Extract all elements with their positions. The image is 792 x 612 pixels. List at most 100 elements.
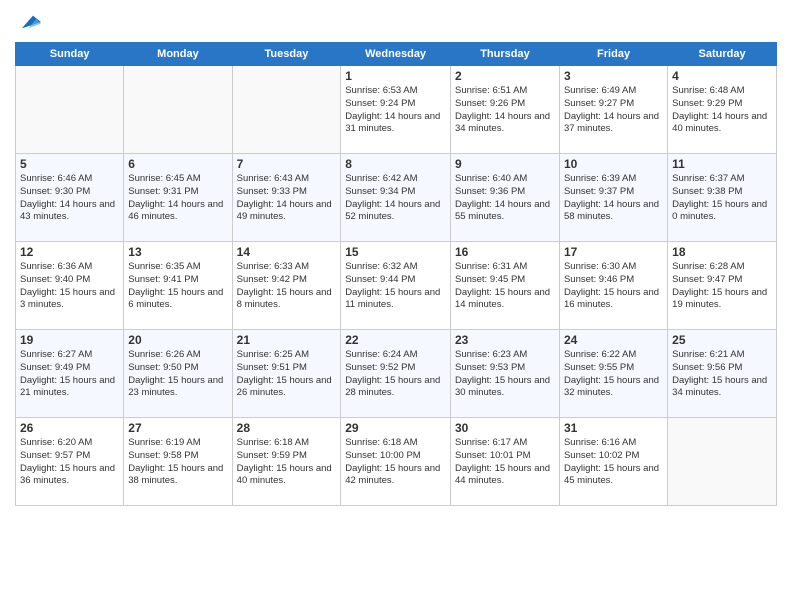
day-number: 17 bbox=[564, 245, 663, 259]
calendar-cell: 21 Sunrise: 6:25 AMSunset: 9:51 PMDaylig… bbox=[232, 330, 341, 418]
logo bbox=[15, 10, 41, 34]
calendar-cell: 9 Sunrise: 6:40 AMSunset: 9:36 PMDayligh… bbox=[450, 154, 559, 242]
day-header-thursday: Thursday bbox=[450, 43, 559, 66]
calendar-body: 1 Sunrise: 6:53 AMSunset: 9:24 PMDayligh… bbox=[16, 66, 777, 506]
day-info: Sunrise: 6:26 AMSunset: 9:50 PMDaylight:… bbox=[128, 349, 227, 400]
day-info: Sunrise: 6:51 AMSunset: 9:26 PMDaylight:… bbox=[455, 85, 555, 136]
page: SundayMondayTuesdayWednesdayThursdayFrid… bbox=[0, 0, 792, 612]
day-number: 24 bbox=[564, 333, 663, 347]
day-info: Sunrise: 6:16 AMSunset: 10:02 PMDaylight… bbox=[564, 437, 663, 488]
calendar-cell: 12 Sunrise: 6:36 AMSunset: 9:40 PMDaylig… bbox=[16, 242, 124, 330]
day-info: Sunrise: 6:22 AMSunset: 9:55 PMDaylight:… bbox=[564, 349, 663, 400]
day-number: 31 bbox=[564, 421, 663, 435]
calendar-cell bbox=[668, 418, 777, 506]
calendar-cell bbox=[16, 66, 124, 154]
calendar-cell: 26 Sunrise: 6:20 AMSunset: 9:57 PMDaylig… bbox=[16, 418, 124, 506]
day-info: Sunrise: 6:40 AMSunset: 9:36 PMDaylight:… bbox=[455, 173, 555, 224]
day-info: Sunrise: 6:31 AMSunset: 9:45 PMDaylight:… bbox=[455, 261, 555, 312]
day-info: Sunrise: 6:43 AMSunset: 9:33 PMDaylight:… bbox=[237, 173, 337, 224]
day-number: 6 bbox=[128, 157, 227, 171]
day-number: 22 bbox=[345, 333, 446, 347]
day-number: 13 bbox=[128, 245, 227, 259]
calendar-cell: 17 Sunrise: 6:30 AMSunset: 9:46 PMDaylig… bbox=[559, 242, 667, 330]
calendar-table: SundayMondayTuesdayWednesdayThursdayFrid… bbox=[15, 42, 777, 506]
day-number: 14 bbox=[237, 245, 337, 259]
day-number: 26 bbox=[20, 421, 119, 435]
day-info: Sunrise: 6:24 AMSunset: 9:52 PMDaylight:… bbox=[345, 349, 446, 400]
day-info: Sunrise: 6:45 AMSunset: 9:31 PMDaylight:… bbox=[128, 173, 227, 224]
calendar-cell: 4 Sunrise: 6:48 AMSunset: 9:29 PMDayligh… bbox=[668, 66, 777, 154]
calendar-cell: 28 Sunrise: 6:18 AMSunset: 9:59 PMDaylig… bbox=[232, 418, 341, 506]
day-number: 9 bbox=[455, 157, 555, 171]
day-header-friday: Friday bbox=[559, 43, 667, 66]
calendar-cell: 5 Sunrise: 6:46 AMSunset: 9:30 PMDayligh… bbox=[16, 154, 124, 242]
calendar-cell: 14 Sunrise: 6:33 AMSunset: 9:42 PMDaylig… bbox=[232, 242, 341, 330]
day-info: Sunrise: 6:28 AMSunset: 9:47 PMDaylight:… bbox=[672, 261, 772, 312]
day-number: 18 bbox=[672, 245, 772, 259]
calendar-cell: 19 Sunrise: 6:27 AMSunset: 9:49 PMDaylig… bbox=[16, 330, 124, 418]
calendar-week-4: 19 Sunrise: 6:27 AMSunset: 9:49 PMDaylig… bbox=[16, 330, 777, 418]
day-number: 29 bbox=[345, 421, 446, 435]
day-info: Sunrise: 6:53 AMSunset: 9:24 PMDaylight:… bbox=[345, 85, 446, 136]
header bbox=[15, 10, 777, 34]
day-info: Sunrise: 6:21 AMSunset: 9:56 PMDaylight:… bbox=[672, 349, 772, 400]
calendar-cell: 27 Sunrise: 6:19 AMSunset: 9:58 PMDaylig… bbox=[124, 418, 232, 506]
calendar-week-2: 5 Sunrise: 6:46 AMSunset: 9:30 PMDayligh… bbox=[16, 154, 777, 242]
day-number: 20 bbox=[128, 333, 227, 347]
day-info: Sunrise: 6:32 AMSunset: 9:44 PMDaylight:… bbox=[345, 261, 446, 312]
day-header-saturday: Saturday bbox=[668, 43, 777, 66]
calendar-cell: 2 Sunrise: 6:51 AMSunset: 9:26 PMDayligh… bbox=[450, 66, 559, 154]
calendar-cell: 23 Sunrise: 6:23 AMSunset: 9:53 PMDaylig… bbox=[450, 330, 559, 418]
day-info: Sunrise: 6:27 AMSunset: 9:49 PMDaylight:… bbox=[20, 349, 119, 400]
day-number: 19 bbox=[20, 333, 119, 347]
day-number: 15 bbox=[345, 245, 446, 259]
day-info: Sunrise: 6:36 AMSunset: 9:40 PMDaylight:… bbox=[20, 261, 119, 312]
day-info: Sunrise: 6:37 AMSunset: 9:38 PMDaylight:… bbox=[672, 173, 772, 224]
day-header-wednesday: Wednesday bbox=[341, 43, 451, 66]
day-header-sunday: Sunday bbox=[16, 43, 124, 66]
day-number: 27 bbox=[128, 421, 227, 435]
calendar-cell: 10 Sunrise: 6:39 AMSunset: 9:37 PMDaylig… bbox=[559, 154, 667, 242]
calendar-cell: 3 Sunrise: 6:49 AMSunset: 9:27 PMDayligh… bbox=[559, 66, 667, 154]
day-number: 28 bbox=[237, 421, 337, 435]
day-info: Sunrise: 6:19 AMSunset: 9:58 PMDaylight:… bbox=[128, 437, 227, 488]
day-number: 4 bbox=[672, 69, 772, 83]
calendar-cell: 1 Sunrise: 6:53 AMSunset: 9:24 PMDayligh… bbox=[341, 66, 451, 154]
day-header-tuesday: Tuesday bbox=[232, 43, 341, 66]
calendar-cell: 16 Sunrise: 6:31 AMSunset: 9:45 PMDaylig… bbox=[450, 242, 559, 330]
day-info: Sunrise: 6:46 AMSunset: 9:30 PMDaylight:… bbox=[20, 173, 119, 224]
calendar-cell: 18 Sunrise: 6:28 AMSunset: 9:47 PMDaylig… bbox=[668, 242, 777, 330]
day-info: Sunrise: 6:17 AMSunset: 10:01 PMDaylight… bbox=[455, 437, 555, 488]
day-info: Sunrise: 6:49 AMSunset: 9:27 PMDaylight:… bbox=[564, 85, 663, 136]
day-info: Sunrise: 6:25 AMSunset: 9:51 PMDaylight:… bbox=[237, 349, 337, 400]
calendar-header-row: SundayMondayTuesdayWednesdayThursdayFrid… bbox=[16, 43, 777, 66]
day-info: Sunrise: 6:48 AMSunset: 9:29 PMDaylight:… bbox=[672, 85, 772, 136]
calendar-cell: 13 Sunrise: 6:35 AMSunset: 9:41 PMDaylig… bbox=[124, 242, 232, 330]
calendar-cell: 7 Sunrise: 6:43 AMSunset: 9:33 PMDayligh… bbox=[232, 154, 341, 242]
calendar-cell bbox=[232, 66, 341, 154]
calendar-cell: 15 Sunrise: 6:32 AMSunset: 9:44 PMDaylig… bbox=[341, 242, 451, 330]
day-number: 2 bbox=[455, 69, 555, 83]
day-number: 11 bbox=[672, 157, 772, 171]
day-number: 30 bbox=[455, 421, 555, 435]
day-number: 1 bbox=[345, 69, 446, 83]
day-info: Sunrise: 6:30 AMSunset: 9:46 PMDaylight:… bbox=[564, 261, 663, 312]
day-info: Sunrise: 6:18 AMSunset: 9:59 PMDaylight:… bbox=[237, 437, 337, 488]
day-number: 16 bbox=[455, 245, 555, 259]
calendar-cell: 29 Sunrise: 6:18 AMSunset: 10:00 PMDayli… bbox=[341, 418, 451, 506]
day-number: 10 bbox=[564, 157, 663, 171]
day-number: 21 bbox=[237, 333, 337, 347]
day-number: 12 bbox=[20, 245, 119, 259]
day-info: Sunrise: 6:42 AMSunset: 9:34 PMDaylight:… bbox=[345, 173, 446, 224]
day-info: Sunrise: 6:39 AMSunset: 9:37 PMDaylight:… bbox=[564, 173, 663, 224]
day-info: Sunrise: 6:33 AMSunset: 9:42 PMDaylight:… bbox=[237, 261, 337, 312]
calendar-cell: 22 Sunrise: 6:24 AMSunset: 9:52 PMDaylig… bbox=[341, 330, 451, 418]
day-header-monday: Monday bbox=[124, 43, 232, 66]
calendar-cell: 24 Sunrise: 6:22 AMSunset: 9:55 PMDaylig… bbox=[559, 330, 667, 418]
day-number: 23 bbox=[455, 333, 555, 347]
day-info: Sunrise: 6:23 AMSunset: 9:53 PMDaylight:… bbox=[455, 349, 555, 400]
calendar-cell: 31 Sunrise: 6:16 AMSunset: 10:02 PMDayli… bbox=[559, 418, 667, 506]
calendar-week-3: 12 Sunrise: 6:36 AMSunset: 9:40 PMDaylig… bbox=[16, 242, 777, 330]
calendar-week-5: 26 Sunrise: 6:20 AMSunset: 9:57 PMDaylig… bbox=[16, 418, 777, 506]
day-number: 7 bbox=[237, 157, 337, 171]
